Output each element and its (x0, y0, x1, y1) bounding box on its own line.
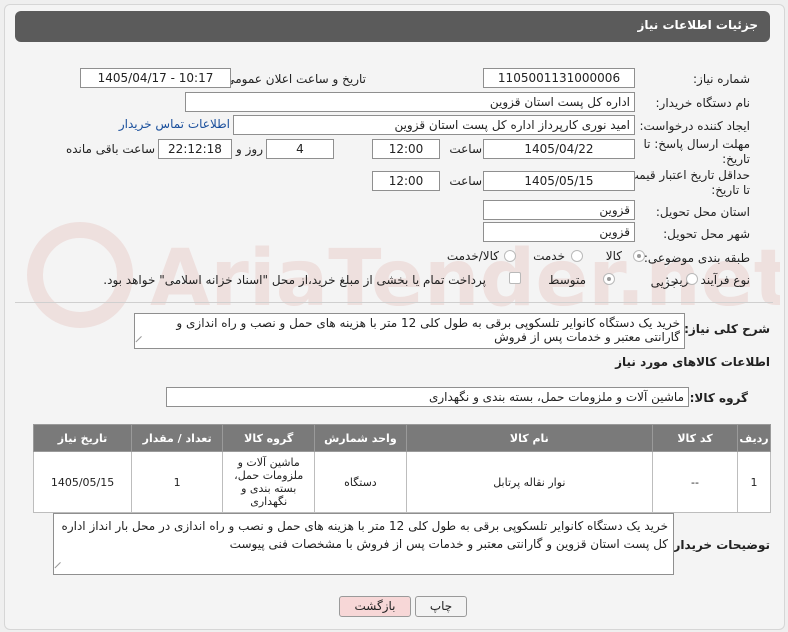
buyer-org-field[interactable]: اداره کل پست استان قزوین (185, 92, 635, 112)
need-date-cell: 1405/05/15 (32, 451, 133, 513)
buyer-notes-label: توضیحات خریدار: (668, 538, 770, 552)
category-goods-label: کالا (605, 249, 622, 263)
process-minor-radio[interactable] (686, 273, 698, 285)
description-textarea[interactable]: خرید یک دستگاه کانوایر تلسکوپی برقی به ط… (134, 313, 685, 349)
goods-group-field[interactable]: ماشین آلات و ملزومات حمل، بسته بندی و نگ… (166, 387, 689, 407)
validity-time-field[interactable]: 12:00 (372, 171, 440, 191)
buyer-org-label: نام دستگاه خریدار: (655, 96, 751, 110)
goods-info-title: اطلاعات کالاهای مورد نیاز (615, 355, 770, 369)
column-header: تاریخ نیاز (32, 424, 133, 452)
province-label: استان محل تحویل: (655, 205, 750, 219)
quantity-cell: 1 (131, 451, 224, 513)
category-goods-service-label: کالا/خدمت (446, 249, 499, 263)
section-divider (15, 302, 773, 303)
treasury-payment-checkbox[interactable] (509, 272, 521, 284)
page-header: جزئیات اطلاعات نیاز (15, 11, 770, 42)
goods-group-cell: ماشین آلات و ملزومات حمل، بسته بندی و نگ… (222, 451, 316, 513)
table-header-row: ردیف کد کالا نام کالا واحد شمارش گروه کا… (32, 424, 771, 452)
contact-info-link[interactable]: اطلاعات تماس خریدار (119, 117, 230, 131)
goods-group-label: گروه کالا: (689, 391, 748, 405)
table-row[interactable]: 1 -- نوار نقاله پرتابل دستگاه ماشین آلات… (32, 451, 771, 513)
goods-table: ردیف کد کالا نام کالا واحد شمارش گروه کا… (32, 424, 771, 513)
days-and-label: روز و (236, 142, 263, 156)
need-number-label: شماره نیاز: (693, 72, 750, 86)
treasury-payment-text: پرداخت تمام یا بخشی از مبلغ خرید،از محل … (103, 273, 486, 287)
column-header: واحد شمارش (314, 424, 407, 452)
category-service-label: خدمت (533, 249, 565, 263)
remaining-label: ساعت باقی مانده (65, 142, 155, 156)
announce-date-field[interactable]: 1405/04/17 - 10:17 (80, 68, 231, 88)
process-medium-radio[interactable] (603, 273, 615, 285)
deadline-time-label: ساعت (449, 142, 482, 156)
process-minor-label: جزیی (650, 275, 678, 289)
resize-handle-icon[interactable] (54, 561, 67, 574)
row-index-cell: 1 (737, 451, 771, 513)
goods-code-cell: -- (651, 451, 739, 513)
buyer-notes-text: خرید یک دستگاه کانوایر تلسکوپی برقی به ط… (61, 519, 668, 551)
column-header: ردیف (737, 424, 771, 452)
column-header: تعداد / مقدار (131, 424, 224, 452)
province-field[interactable]: قزوین (483, 200, 635, 220)
page-title: جزئیات اطلاعات نیاز (637, 18, 758, 32)
resize-handle-icon[interactable] (135, 335, 148, 348)
validity-date-field[interactable]: 1405/05/15 (483, 171, 635, 191)
description-label: شرح کلی نیاز: (684, 322, 770, 336)
category-label: طبقه بندی موضوعی: (643, 251, 750, 265)
unit-cell: دستگاه (314, 451, 407, 513)
column-header: گروه کالا (222, 424, 316, 452)
category-goods-radio[interactable] (633, 250, 645, 262)
category-service-radio[interactable] (571, 250, 583, 262)
need-number-field[interactable]: 1105001131000006 (483, 68, 635, 88)
deadline-date-field[interactable]: 1405/04/22 (483, 139, 635, 159)
days-count-field[interactable]: 4 (266, 139, 334, 159)
validity-label: حداقل تاریخ اعتبار قیمت: تا تاریخ: (623, 168, 750, 197)
validity-time-label: ساعت (449, 174, 482, 188)
goods-name-cell: نوار نقاله پرتابل (405, 451, 654, 513)
creator-label: ایجاد کننده درخواست: (639, 119, 750, 133)
deadline-time-field[interactable]: 12:00 (372, 139, 440, 159)
announce-label: تاریخ و ساعت اعلان عمومی: (221, 72, 366, 86)
back-button[interactable]: بازگشت (339, 596, 411, 617)
deadline-label: مهلت ارسال پاسخ: تا تاریخ: (643, 137, 750, 166)
description-text: خرید یک دستگاه کانوایر تلسکوپی برقی به ط… (176, 316, 680, 344)
column-header: کد کالا (651, 424, 739, 452)
city-label: شهر محل تحویل: (663, 227, 750, 241)
process-medium-label: متوسط (548, 273, 586, 287)
column-header: نام کالا (405, 424, 654, 452)
buyer-notes-textarea[interactable]: خرید یک دستگاه کانوایر تلسکوپی برقی به ط… (53, 513, 674, 575)
category-goods-service-radio[interactable] (504, 250, 516, 262)
city-field[interactable]: قزوین (483, 222, 635, 242)
creator-field[interactable]: امید نوری کارپرداز اداره کل پست استان قز… (233, 115, 635, 135)
remaining-time-field[interactable]: 22:12:18 (158, 139, 232, 159)
print-button[interactable]: چاپ (415, 596, 467, 617)
